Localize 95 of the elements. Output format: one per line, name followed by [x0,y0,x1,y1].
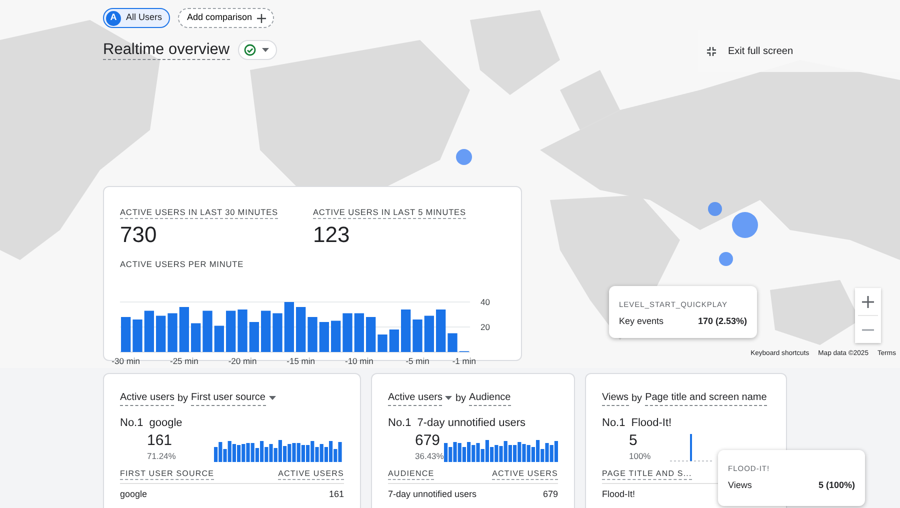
bar[interactable] [226,310,236,352]
tooltip-value: 5 (100%) [818,479,855,492]
bar[interactable] [366,317,376,352]
bar[interactable] [121,317,131,352]
top-item-name: 7-day unnotified users [417,416,526,431]
column-header[interactable]: AUDIENCE [388,468,434,480]
dimension-selector[interactable]: Page title and screen name [645,390,767,406]
bar[interactable] [202,310,212,352]
status-dropdown[interactable] [238,40,277,60]
bar[interactable] [389,330,399,352]
bar[interactable] [424,316,434,352]
bar[interactable] [261,310,271,352]
bar[interactable] [308,317,318,352]
axis-tick-label: -20 min [228,356,257,366]
check-circle-icon [244,44,256,56]
map-bubble[interactable] [456,149,472,165]
segment-chip[interactable]: A All Users [103,8,170,28]
axis-tick-label: -15 min [286,356,315,366]
metric-value: 730 [120,220,158,248]
metric-selector[interactable]: Active users [120,390,174,406]
bar[interactable] [272,313,282,352]
bar[interactable] [284,302,294,352]
table-cell-text: google [120,488,148,502]
sparkline [670,432,714,462]
dimension-selector[interactable]: First user source [191,390,266,406]
add-comparison-button[interactable]: Add comparison [178,8,274,28]
bar[interactable] [179,307,189,352]
plus-icon [257,14,266,22]
rank-label: No.1 [388,416,412,431]
map-bubble[interactable] [708,202,722,216]
rank-label: No.1 [120,416,144,431]
page-title: Realtime overview [103,40,230,60]
bar[interactable] [238,310,248,352]
bar[interactable] [448,333,458,352]
metric-label: ACTIVE USERS IN LAST 5 MINUTES [313,207,466,219]
table-cell-text: 7-day unnotified users [388,488,477,502]
bar[interactable] [412,320,422,352]
axis-tick-label: -10 min [345,356,374,366]
bar[interactable] [331,320,341,352]
axis-tick-label: 20 [480,322,490,332]
plus-icon [862,296,874,308]
metric-label: ACTIVE USERS IN LAST 30 MINUTES [120,207,278,219]
axis-tick-label: -25 min [170,356,198,366]
bar[interactable] [156,316,166,352]
tooltip-label: Key events [619,315,664,328]
bar[interactable] [354,313,364,352]
bar[interactable] [191,323,201,352]
column-header[interactable]: ACTIVE USERS [278,468,344,480]
bar[interactable] [378,334,388,352]
caret-icon [262,48,269,52]
title-text: by [455,392,466,406]
bar[interactable] [401,310,411,352]
tooltip-value: 170 (2.53%) [698,315,747,328]
top-item-name: Flood-It! [631,416,672,431]
bar[interactable] [342,313,352,352]
chart-title: ACTIVE USERS PER MINUTE [120,258,244,270]
minus-icon [862,328,874,330]
bar[interactable] [249,322,259,352]
map-bubble[interactable] [732,212,758,238]
top-item-value: 161 [147,432,174,450]
axis-tick-label: -30 min [112,356,140,366]
map-bubble[interactable] [719,252,733,266]
tooltip-label: Views [728,479,752,492]
collapse-icon [707,46,716,56]
title-text: by [632,392,642,406]
rank-label: No.1 [602,416,626,431]
bar[interactable] [319,322,329,352]
metric-value: 123 [313,220,351,248]
column-header[interactable]: PAGE TITLE AND S... [602,468,692,480]
table-cell-text: 679 [542,488,558,502]
column-header[interactable]: FIRST USER SOURCE [120,468,214,480]
bar[interactable] [296,307,306,352]
zoom-in-button[interactable] [855,288,881,315]
top-item-share: 100% [629,450,651,462]
top-item-value: 679 [415,432,442,450]
bar[interactable] [436,310,446,352]
avatar-icon: A [106,10,121,26]
top-item-share: 36.43% [415,450,444,462]
bar[interactable] [144,310,154,352]
metric-selector[interactable]: Active users [388,390,442,406]
top-item-value: 5 [629,432,638,450]
bar[interactable] [214,326,224,352]
top-item-share: 71.24% [147,450,176,462]
table-cell-text: 161 [328,488,344,502]
axis-tick-label: 40 [480,297,490,307]
table-cell-text: Flood-It! [602,488,636,502]
metric-selector[interactable]: Views [602,390,628,406]
bar[interactable] [132,320,142,352]
column-header[interactable]: ACTIVE USERS [492,468,558,480]
axis-tick-label: -5 min [406,356,430,366]
top-item-name: google [149,416,182,431]
axis-tick-label: -1 min [452,356,476,366]
dimension-selector[interactable]: Audience [469,390,511,406]
bar[interactable] [168,313,178,352]
title-text: by [177,392,188,406]
